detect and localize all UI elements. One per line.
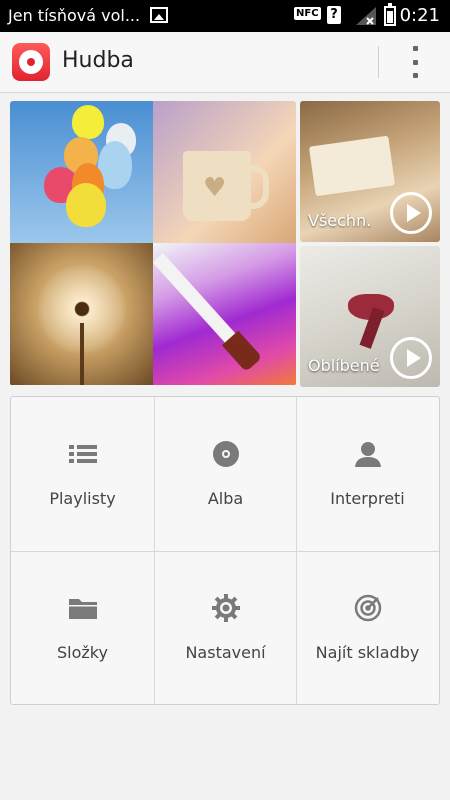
person-icon [353, 439, 383, 469]
settings-label: Nastavení [185, 643, 266, 662]
signal-icon [356, 7, 376, 25]
app-bar-divider [378, 46, 379, 78]
overflow-menu-icon[interactable] [404, 46, 426, 78]
favorites-card[interactable]: Oblíbené [300, 246, 440, 387]
paint-brush-image [153, 243, 296, 385]
gear-icon [211, 593, 241, 623]
find-songs-button[interactable]: Najít skladby [296, 551, 439, 705]
play-icon[interactable] [390, 192, 432, 234]
albums-button[interactable]: Alba [154, 397, 297, 551]
clock: 0:21 [399, 5, 440, 26]
music-disc-icon[interactable] [12, 43, 50, 81]
find-songs-label: Najít skladby [315, 643, 420, 662]
folders-button[interactable]: Složky [11, 551, 154, 705]
dandelion-image [10, 243, 153, 385]
no-sim-icon: ? [327, 6, 341, 24]
all-songs-card[interactable]: Všechn. [300, 101, 440, 242]
all-songs-label: Všechn. [308, 211, 372, 230]
category-grid: Playlisty Alba Interpreti Složky Nastave… [10, 396, 440, 705]
favorites-label: Oblíbené [308, 356, 380, 375]
notification-text: Jen tísňová vol... [8, 6, 141, 25]
settings-button[interactable]: Nastavení [154, 551, 297, 705]
albums-label: Alba [207, 489, 244, 508]
nfc-icon: NFC [294, 7, 321, 20]
artists-label: Interpreti [330, 489, 405, 508]
app-bar: Hudba [0, 32, 450, 93]
playlists-button[interactable]: Playlisty [11, 397, 154, 551]
battery-icon [384, 3, 396, 26]
list-icon [68, 439, 98, 469]
page-title: Hudba [62, 48, 134, 73]
playlists-label: Playlisty [49, 489, 116, 508]
coffee-mug-image: ♥ [153, 101, 296, 243]
disc-icon [211, 439, 241, 469]
folder-icon [68, 593, 98, 623]
artists-button[interactable]: Interpreti [296, 397, 439, 551]
folders-label: Složky [57, 643, 108, 662]
photo-collage[interactable]: ♥ [10, 101, 296, 386]
target-icon [353, 593, 383, 623]
image-notification-icon [150, 7, 168, 23]
play-icon[interactable] [390, 337, 432, 379]
status-bar: Jen tísňová vol... NFC ? 0:21 [0, 0, 450, 32]
balloons-image [10, 101, 153, 243]
